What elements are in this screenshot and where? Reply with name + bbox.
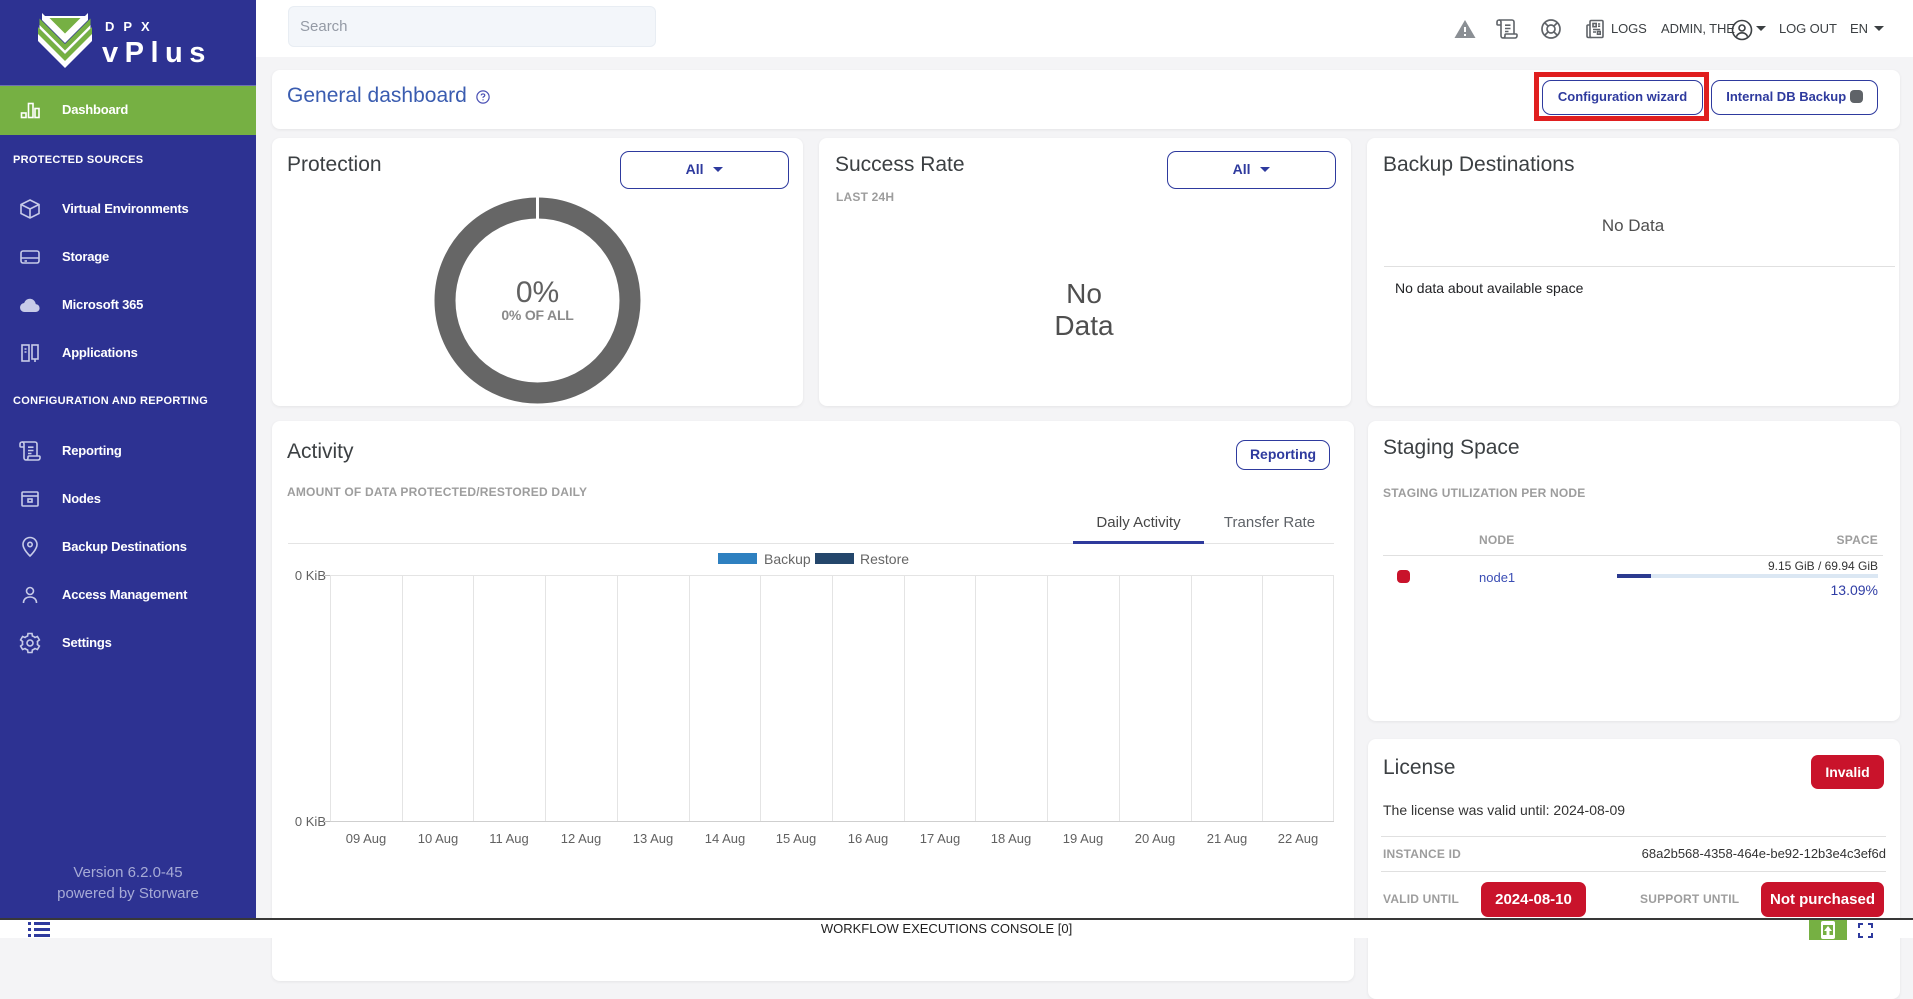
- svg-text:DPX: DPX: [105, 19, 159, 34]
- svg-text:vPlus: vPlus: [102, 37, 212, 69]
